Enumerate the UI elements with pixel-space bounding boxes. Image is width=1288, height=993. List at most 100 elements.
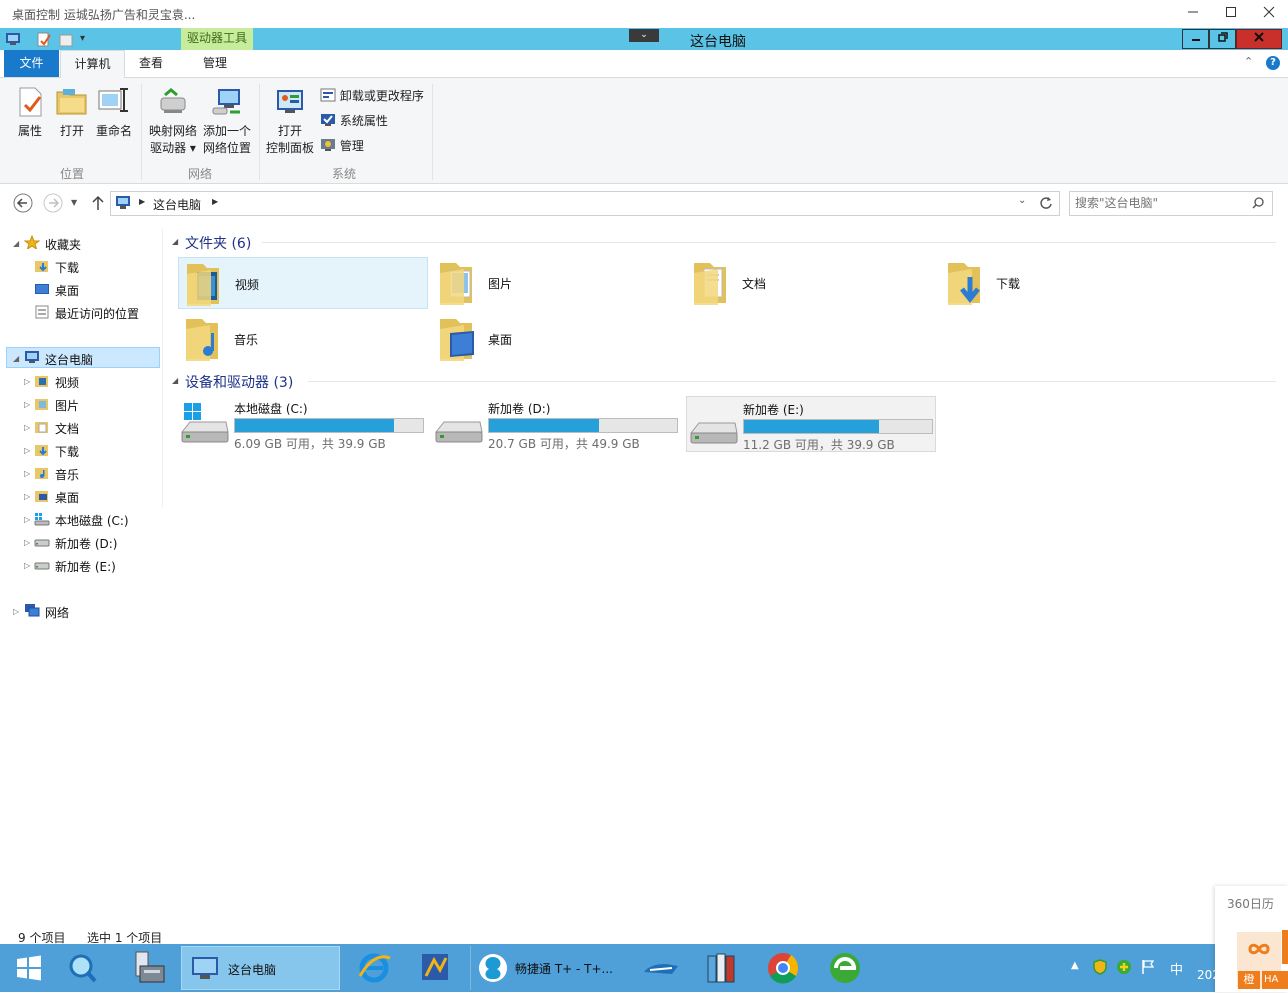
folder-music[interactable]: 音乐	[178, 313, 428, 365]
nav-pc-drive-d[interactable]: 新加卷 (D:)	[55, 535, 117, 552]
nav-pc-music[interactable]: 音乐	[55, 466, 79, 483]
breadcrumb-chevron-icon[interactable]: ▶	[212, 197, 218, 206]
expand-this-pc-icon[interactable]: ◢	[13, 354, 19, 363]
uninstall-programs-button[interactable]: 卸载或更改程序	[320, 87, 424, 104]
open-control-panel-button[interactable]: 打开 控制面板	[264, 86, 316, 157]
close-button[interactable]	[1249, 2, 1288, 26]
nav-fav-recent[interactable]: 最近访问的位置	[55, 305, 139, 322]
drive-e[interactable]: 新加卷 (E:) 11.2 GB 可用，共 39.9 GB	[686, 396, 936, 452]
explorer-restore-button[interactable]	[1209, 29, 1236, 49]
browser-360-button[interactable]	[820, 946, 870, 990]
flag-icon[interactable]	[1140, 959, 1156, 975]
new-folder-quick-icon[interactable]	[59, 32, 73, 47]
search-input[interactable]	[1075, 194, 1245, 212]
open-button[interactable]: 打开	[54, 86, 90, 140]
rename-button[interactable]: 重命名	[94, 86, 134, 140]
tab-manage[interactable]: 管理	[182, 50, 248, 77]
expand-videos-icon[interactable]: ▷	[24, 377, 30, 386]
search-icon[interactable]	[1252, 197, 1264, 209]
maximize-button[interactable]	[1211, 2, 1251, 26]
drive-d[interactable]: 新加卷 (D:) 20.7 GB 可用，共 49.9 GB	[432, 396, 682, 452]
back-icon[interactable]	[13, 193, 33, 213]
recent-locations-icon[interactable]: ▼	[71, 198, 77, 207]
minimize-button[interactable]	[1173, 2, 1213, 26]
expand-network-icon[interactable]: ▷	[13, 607, 19, 616]
expand-music-icon[interactable]: ▷	[24, 469, 30, 478]
collapse-folders-icon[interactable]: ◢	[172, 237, 178, 246]
breadcrumb-this-pc[interactable]: 这台电脑	[153, 196, 201, 213]
manage-button[interactable]: 管理	[320, 137, 364, 154]
taskbar-chanjet-window[interactable]: 畅捷通 T+ - T+...	[470, 946, 627, 990]
tab-computer[interactable]: 计算机	[60, 50, 125, 78]
explorer-minimize-button[interactable]	[1182, 29, 1209, 49]
nav-pc-downloads[interactable]: 下载	[55, 443, 79, 460]
address-dropdown-icon[interactable]: ⌄	[1018, 195, 1026, 206]
drives-section-header[interactable]: 设备和驱动器 (3)	[185, 372, 293, 392]
search-taskbar-button[interactable]	[58, 946, 108, 990]
app-cloud-button[interactable]	[636, 946, 686, 990]
nav-pc-pictures[interactable]: 图片	[55, 397, 79, 414]
ie-button[interactable]	[350, 946, 400, 990]
explorer-close-button[interactable]	[1236, 29, 1282, 49]
nav-pc-videos[interactable]: 视频	[55, 374, 79, 391]
nav-pc-desktop[interactable]: 桌面	[55, 489, 79, 506]
app-books-button[interactable]	[696, 946, 746, 990]
expand-pictures-icon[interactable]: ▷	[24, 400, 30, 409]
chrome-button[interactable]	[758, 946, 808, 990]
ribbon-collapse-icon[interactable]: ⌃	[1244, 55, 1253, 68]
help-icon[interactable]: ?	[1266, 56, 1280, 70]
folder-videos[interactable]: 视频	[178, 257, 428, 309]
folder-label: 桌面	[488, 333, 513, 347]
system-properties-button[interactable]: 系统属性	[320, 112, 388, 129]
expand-drive-c-icon[interactable]: ▷	[24, 515, 30, 524]
drive-icon	[34, 539, 50, 547]
nav-fav-downloads[interactable]: 下载	[55, 259, 79, 276]
nav-pane-splitter[interactable]	[162, 228, 163, 508]
customize-quick-access-icon[interactable]: ▾	[80, 33, 85, 44]
tab-view[interactable]: 查看	[124, 50, 178, 77]
nav-pc-drive-e[interactable]: 新加卷 (E:)	[55, 558, 116, 575]
address-bar[interactable]	[110, 191, 1060, 216]
expand-downloads-icon[interactable]: ▷	[24, 446, 30, 455]
breadcrumb-chevron-icon[interactable]: ▶	[139, 197, 145, 206]
refresh-icon[interactable]	[1039, 196, 1053, 210]
cloud-drive-icon	[644, 964, 678, 974]
nav-favorites[interactable]: 收藏夹	[45, 236, 81, 253]
folder-documents[interactable]: 文档	[686, 257, 936, 309]
chrome-icon	[768, 953, 799, 984]
explorer-window-title: 这台电脑	[690, 34, 746, 50]
expand-drive-d-icon[interactable]: ▷	[24, 538, 30, 547]
folder-downloads[interactable]: 下载	[940, 257, 1190, 309]
expand-desktop-icon[interactable]: ▷	[24, 492, 30, 501]
properties-quick-icon[interactable]	[37, 32, 51, 47]
security-shield-icon[interactable]	[1092, 959, 1108, 975]
expand-drive-e-icon[interactable]: ▷	[24, 561, 30, 570]
expand-documents-icon[interactable]: ▷	[24, 423, 30, 432]
app-tool-button[interactable]	[410, 946, 460, 990]
start-button[interactable]	[4, 946, 54, 990]
nav-pc-drive-c[interactable]: 本地磁盘 (C:)	[55, 512, 129, 529]
forward-icon[interactable]	[43, 193, 63, 213]
collapse-drives-icon[interactable]: ◢	[172, 376, 178, 385]
tab-file[interactable]: 文件	[4, 50, 59, 77]
properties-button[interactable]: 属性	[12, 86, 48, 140]
properties-icon	[19, 87, 42, 117]
nav-network[interactable]: 网络	[45, 604, 69, 621]
drive-c[interactable]: 本地磁盘 (C:) 6.09 GB 可用，共 39.9 GB	[178, 396, 428, 452]
folder-desktop[interactable]: 桌面	[432, 313, 682, 365]
nav-this-pc[interactable]: 这台电脑	[45, 351, 93, 368]
ime-indicator[interactable]: 中	[1170, 959, 1183, 978]
up-arrow-icon[interactable]	[91, 195, 105, 211]
chevron-down-icon[interactable]: ⌄	[629, 29, 659, 42]
nav-fav-desktop[interactable]: 桌面	[55, 282, 79, 299]
taskbar-explorer-window[interactable]: 这台电脑	[181, 946, 340, 990]
server-manager-button[interactable]	[122, 946, 172, 990]
tray-app-icon[interactable]	[1116, 959, 1132, 975]
add-network-location-button[interactable]: 添加一个 网络位置	[200, 86, 254, 157]
folder-pictures[interactable]: 图片	[432, 257, 682, 309]
folders-section-header[interactable]: 文件夹 (6)	[185, 233, 251, 253]
expand-favorites-icon[interactable]: ◢	[13, 239, 19, 248]
map-network-drive-button[interactable]: 映射网络 驱动器 ▾	[146, 86, 200, 157]
nav-pc-documents[interactable]: 文档	[55, 420, 79, 437]
tray-overflow-icon[interactable]: ▲	[1071, 960, 1079, 971]
